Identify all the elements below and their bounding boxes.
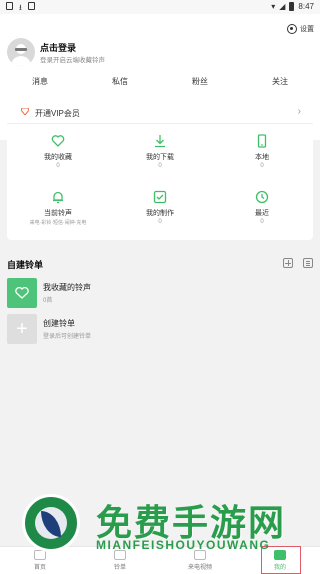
grid-item-favorites[interactable]: 我的收藏 0: [7, 130, 109, 176]
download-icon: [155, 135, 165, 148]
gear-icon: [287, 24, 297, 34]
tab-label: 铃单: [113, 565, 126, 571]
grid-label: 我的制作: [146, 210, 174, 217]
grid-label: 当前铃声: [44, 210, 72, 217]
grid-count: 0: [158, 163, 162, 169]
settings-label: 设置: [300, 26, 314, 33]
wifi-icon: ▾: [271, 2, 276, 11]
avatar-body-shape: [11, 56, 31, 66]
grid-label: 我的下载: [146, 154, 174, 161]
playlist-item-favorites[interactable]: 我收藏的铃声 0首: [7, 278, 313, 308]
grid-item-local[interactable]: 本地 0: [211, 130, 313, 176]
grid-count: 0: [260, 163, 264, 169]
status-time: 8:47: [298, 2, 314, 11]
stat-fans[interactable]: 粉丝: [160, 76, 240, 87]
playlist-title: 自建铃单: [7, 260, 44, 270]
login-title[interactable]: 点击登录: [40, 41, 76, 54]
diamond-icon: [21, 108, 29, 115]
battery-icon: [289, 2, 295, 11]
playlist-name: 创建铃单: [43, 319, 75, 328]
settings-button[interactable]: 设置: [287, 24, 314, 34]
heart-icon: [51, 135, 65, 147]
grid-count: 0: [56, 163, 60, 169]
grid-sub: 来电·彩铃·短信·闹钟·充电: [29, 220, 87, 226]
stat-messages[interactable]: 消息: [0, 76, 80, 87]
bell-icon: [53, 191, 63, 204]
status-right: ▾ ◢ 8:47: [271, 2, 314, 11]
grid-count: 0: [260, 219, 264, 225]
stats-row: 消息 私信 粉丝 关注: [0, 76, 320, 87]
stat-private-messages[interactable]: 私信: [80, 76, 160, 87]
grid-label: 本地: [255, 154, 269, 161]
playlist-header: 自建铃单: [7, 258, 313, 272]
feature-grid: 我的收藏 0 我的下载 0 本地 0 当前铃声 来电·彩铃·短信·闹钟·充电 我…: [7, 130, 313, 232]
features-card: 开通VIP会员 › 我的收藏 0 我的下载 0 本地 0 当前铃声 来电·彩铃·…: [7, 100, 313, 240]
status-bar: ⭳ ▾ ◢ 8:47: [0, 0, 320, 14]
notification-icon: [6, 2, 13, 10]
avatar-glasses-shape: [15, 48, 27, 51]
tab-label: 来电视频: [187, 565, 212, 571]
edit-check-icon: [153, 190, 167, 204]
grid-label: 最近: [255, 210, 269, 217]
playlist-sub: 登录后可创建铃单: [43, 334, 92, 340]
login-subtitle: 登录开启云端收藏铃声: [40, 57, 105, 64]
grid-item-downloads[interactable]: 我的下载 0: [109, 130, 211, 176]
clock-icon: [255, 190, 269, 204]
add-playlist-icon[interactable]: [283, 258, 293, 268]
grid-item-recent[interactable]: 最近 0: [211, 186, 313, 232]
chevron-right-icon: ›: [297, 106, 301, 117]
watermark: 免费手游网 MIANFEISHOUYOUWANG: [22, 494, 312, 552]
phone-icon: [257, 134, 267, 148]
grid-item-current-ringtone[interactable]: 当前铃声 来电·彩铃·短信·闹钟·充电: [7, 186, 109, 232]
heart-icon: [15, 287, 29, 299]
signal-icon: ◢: [279, 2, 286, 11]
playlist-thumb: [7, 278, 37, 308]
playlist-count: 0首: [43, 298, 53, 304]
app-notification-icon: [27, 2, 35, 10]
grid-item-my-creations[interactable]: 我的制作 0: [109, 186, 211, 232]
playlist-name: 我收藏的铃声: [43, 283, 91, 292]
playlist-item-create[interactable]: + 创建铃单 登录后可创建铃单: [7, 314, 313, 344]
plus-icon: +: [7, 314, 37, 344]
watermark-pinyin: MIANFEISHOUYOUWANG: [96, 538, 271, 552]
playlist-actions: [283, 258, 313, 268]
vip-label: 开通VIP会员: [35, 109, 80, 118]
grid-label: 我的收藏: [44, 154, 72, 161]
tab-label: 首页: [33, 565, 46, 571]
grid-count: 0: [158, 219, 162, 225]
manage-list-icon[interactable]: [303, 258, 313, 268]
vip-row[interactable]: 开通VIP会员 ›: [7, 100, 313, 124]
stat-following[interactable]: 关注: [240, 76, 320, 87]
watermark-logo: [22, 494, 80, 552]
avatar[interactable]: [7, 38, 35, 66]
